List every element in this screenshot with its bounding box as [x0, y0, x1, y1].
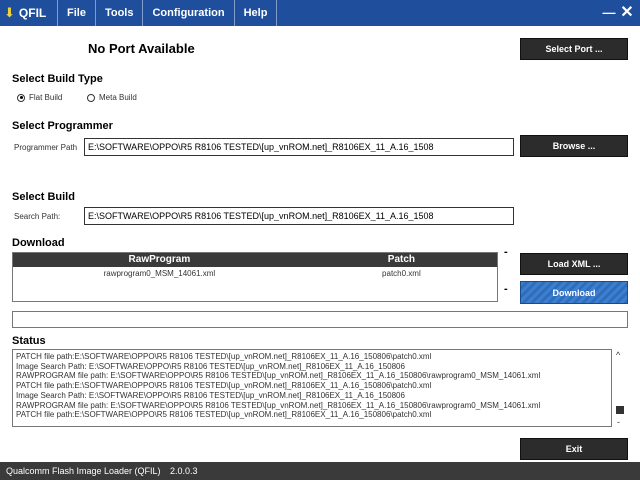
status-heading: Status	[12, 335, 46, 347]
radio-selected-icon	[17, 93, 25, 102]
footer-app-name: Qualcomm Flash Image Loader (QFIL)	[6, 466, 161, 476]
log-line: Image Search Path: E:\SOFTWARE\OPPO\R5 R…	[16, 390, 405, 400]
load-xml-button[interactable]: Load XML ...	[520, 253, 628, 275]
menu-help[interactable]: Help	[235, 0, 278, 26]
exit-button[interactable]: Exit	[520, 438, 628, 460]
patch-cell: patch0.xml	[382, 269, 421, 278]
log-line: Image Search Path: E:\SOFTWARE\OPPO\R5 R…	[16, 361, 405, 371]
build-type-heading: Select Build Type	[12, 73, 103, 85]
search-path-input[interactable]	[84, 207, 514, 225]
download-button[interactable]: Download	[520, 281, 628, 304]
menu-tools[interactable]: Tools	[96, 0, 144, 26]
app-logo-text: QFIL	[18, 6, 47, 20]
menu-configuration[interactable]: Configuration	[143, 0, 235, 26]
rawprogram-column-header: RawProgram	[128, 254, 191, 265]
meta-build-label: Meta Build	[99, 93, 137, 102]
patch-column-header: Patch	[387, 254, 416, 265]
select-build-heading: Select Build	[12, 191, 75, 203]
app-logo: ⬇ QFIL	[0, 0, 58, 26]
log-line: RAWPROGRAM file path: E:\SOFTWARE\OPPO\R…	[16, 400, 541, 410]
search-path-label: Search Path:	[14, 212, 61, 221]
footer-version: 2.0.0.3	[170, 466, 198, 476]
progress-bar	[12, 311, 628, 328]
scroll-up-icon[interactable]: ^	[616, 350, 620, 360]
download-heading: Download	[12, 237, 65, 249]
collapse-dash-bottom[interactable]: -	[504, 283, 508, 295]
radio-unselected-icon	[87, 93, 95, 102]
browse-button[interactable]: Browse ...	[520, 135, 628, 157]
select-port-button[interactable]: Select Port ...	[520, 38, 628, 60]
download-arrow-icon: ⬇	[4, 5, 15, 20]
status-log[interactable]: PATCH file path:E:\SOFTWARE\OPPO\R5 R810…	[12, 349, 612, 427]
log-line: PATCH file path:E:\SOFTWARE\OPPO\R5 R810…	[16, 410, 432, 420]
scroll-down-icon[interactable]: -	[617, 417, 620, 427]
rawprogram-cell: rawprogram0_MSM_14061.xml	[103, 269, 216, 278]
scrollbar-thumb[interactable]	[616, 406, 624, 414]
log-line: PATCH file path:E:\SOFTWARE\OPPO\R5 R810…	[16, 352, 432, 361]
log-line: RAWPROGRAM file path: E:\SOFTWARE\OPPO\R…	[16, 371, 541, 381]
menu-bar: ⬇ QFIL File Tools Configuration Help — ✕	[0, 0, 640, 26]
table-row[interactable]: rawprogram0_MSM_14061.xml patch0.xml	[13, 267, 497, 281]
port-status: No Port Available	[88, 41, 195, 56]
flat-build-radio[interactable]: Flat Build	[17, 93, 62, 102]
status-bar: Qualcomm Flash Image Loader (QFIL) 2.0.0…	[0, 462, 640, 480]
close-button[interactable]: ✕	[618, 0, 636, 26]
flat-build-label: Flat Build	[29, 93, 63, 102]
download-table: RawProgram Patch rawprogram0_MSM_14061.x…	[12, 252, 498, 302]
minimize-button[interactable]: —	[600, 0, 618, 26]
programmer-path-label: Programmer Path	[14, 143, 78, 152]
collapse-dash-top[interactable]: -	[504, 246, 508, 258]
menu-file[interactable]: File	[58, 0, 96, 26]
log-line: PATCH file path:E:\SOFTWARE\OPPO\R5 R810…	[16, 381, 432, 391]
programmer-heading: Select Programmer	[12, 120, 113, 132]
programmer-path-input[interactable]	[84, 138, 514, 156]
download-table-header: RawProgram Patch	[13, 253, 497, 267]
meta-build-radio[interactable]: Meta Build	[87, 93, 137, 102]
